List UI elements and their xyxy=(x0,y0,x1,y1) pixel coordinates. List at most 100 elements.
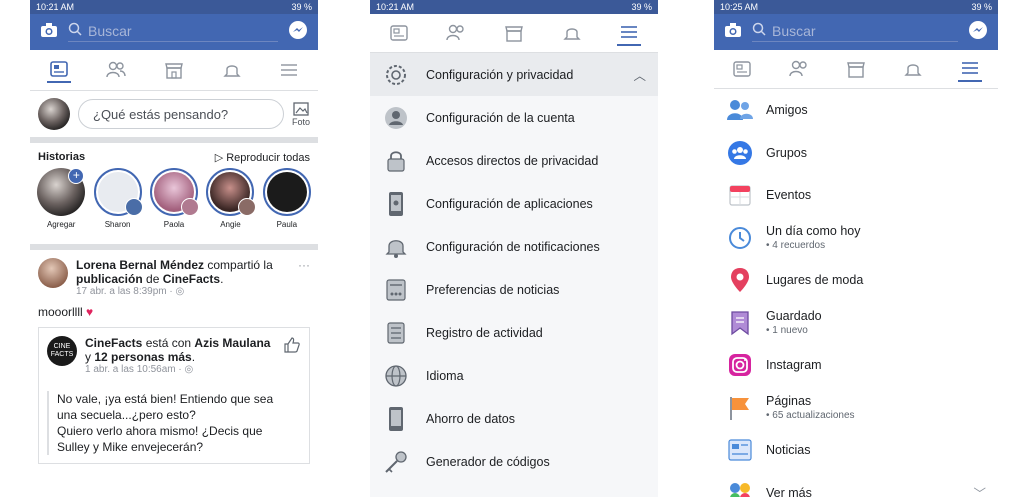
settings-item-activity-log[interactable]: Registro de actividad xyxy=(370,311,658,354)
post-author[interactable]: Lorena Bernal Méndez xyxy=(76,258,204,272)
menu-item-label: Páginas xyxy=(766,394,812,409)
menu-icon[interactable] xyxy=(617,20,642,46)
post-meta[interactable]: 17 abr. a las 8:39pm · xyxy=(76,286,176,297)
menu-item-places[interactable]: Lugares de moda xyxy=(714,259,998,302)
menu-item-label: Lugares de moda xyxy=(766,273,864,288)
menu-item-label: Eventos xyxy=(766,188,812,203)
friends-icon[interactable] xyxy=(444,21,468,45)
settings-item-data-saver[interactable]: Ahorro de datos xyxy=(370,397,658,440)
menu-item-friends[interactable]: Amigos xyxy=(714,89,998,132)
more-options-icon[interactable]: ··· xyxy=(298,258,310,297)
menu-item-see-more[interactable]: Ver más ﹀ xyxy=(714,472,998,497)
settings-item-label: Configuración de notificaciones xyxy=(426,239,600,254)
settings-privacy-label: Configuración y privacidad xyxy=(426,67,574,82)
settings-item-language[interactable]: Idioma xyxy=(370,354,658,397)
settings-item-code-generator[interactable]: Generador de códigos xyxy=(370,440,658,483)
shared-tagged[interactable]: Azis Maulana xyxy=(194,336,270,350)
search-placeholder: Buscar xyxy=(88,22,132,39)
marketplace-icon[interactable] xyxy=(162,58,186,82)
messenger-icon[interactable] xyxy=(288,20,308,45)
story-label: Paola xyxy=(163,220,185,229)
phone-gear-icon xyxy=(382,190,410,218)
news-icon xyxy=(726,436,754,464)
messenger-icon[interactable] xyxy=(968,20,988,45)
settings-item-notifications[interactable]: Configuración de notificaciones xyxy=(370,225,658,268)
post-source[interactable]: CineFacts xyxy=(163,272,220,286)
settings-privacy-header[interactable]: Configuración y privacidad ︿ xyxy=(370,53,658,96)
like-icon[interactable] xyxy=(283,336,301,375)
menu-icon[interactable] xyxy=(957,56,982,82)
story-mini-avatar xyxy=(237,198,256,216)
shared-meta[interactable]: 1 abr. a las 10:56am · xyxy=(85,364,185,375)
play-all-button[interactable]: ▷ Reproducir todas xyxy=(215,151,310,164)
search-input[interactable]: Buscar xyxy=(68,22,278,42)
activity-log-icon xyxy=(382,319,410,347)
settings-item-label: Accesos directos de privacidad xyxy=(426,153,599,168)
menu-icon[interactable] xyxy=(277,58,301,82)
status-bar: 10:25 AM 39 % xyxy=(714,0,998,14)
avatar[interactable] xyxy=(38,258,68,288)
menu-item-label: Guardado xyxy=(766,309,822,324)
settings-item-apps[interactable]: Configuración de aplicaciones xyxy=(370,182,658,225)
search-placeholder: Buscar xyxy=(772,22,816,39)
marketplace-icon[interactable] xyxy=(502,21,526,45)
post-object[interactable]: publicación xyxy=(76,272,143,286)
friends-icon[interactable] xyxy=(104,58,128,82)
post-text: mooorllll xyxy=(38,305,83,319)
news-feed-icon[interactable] xyxy=(387,21,411,45)
status-time: 10:25 AM xyxy=(720,2,759,12)
menu-item-memories[interactable]: Un día como hoy • 4 recuerdos xyxy=(714,217,998,260)
tab-bar xyxy=(714,50,998,89)
menu-item-pages[interactable]: Páginas • 65 actualizaciones xyxy=(714,387,998,430)
settings-item-account[interactable]: Configuración de la cuenta xyxy=(370,96,658,139)
feed-post: Lorena Bernal Méndez compartió la public… xyxy=(30,250,318,472)
story-item[interactable]: Sharon xyxy=(92,168,143,244)
shared-post: CINE FACTS CineFacts está con Azis Maula… xyxy=(38,327,310,464)
menu-item-sub: • 65 actualizaciones xyxy=(766,410,855,422)
groups-icon xyxy=(726,139,754,167)
more-menu-screen: 10:25 AM 39 % Buscar Amigos Grupos Event xyxy=(714,0,998,497)
menu-item-events[interactable]: Eventos xyxy=(714,174,998,217)
marketplace-icon[interactable] xyxy=(844,57,868,81)
search-input[interactable]: Buscar xyxy=(752,22,958,42)
menu-item-saved[interactable]: Guardado • 1 nuevo xyxy=(714,302,998,345)
story-label: Agregar xyxy=(46,220,76,229)
shared-author[interactable]: CineFacts xyxy=(85,336,142,350)
friends-icon[interactable] xyxy=(787,57,811,81)
story-item[interactable]: Paola xyxy=(149,168,200,244)
story-label: Angie xyxy=(220,220,241,229)
menu-item-instagram[interactable]: Instagram xyxy=(714,344,998,387)
status-time: 10:21 AM xyxy=(376,2,415,12)
shared-others[interactable]: 12 personas más xyxy=(94,350,191,364)
status-battery: 39 % xyxy=(291,2,312,12)
calendar-icon xyxy=(726,181,754,209)
settings-item-privacy-shortcuts[interactable]: Accesos directos de privacidad xyxy=(370,139,658,182)
avatar[interactable] xyxy=(38,98,70,130)
menu-item-groups[interactable]: Grupos xyxy=(714,132,998,175)
composer-input[interactable]: ¿Qué estás pensando? xyxy=(78,99,284,129)
bell-icon[interactable] xyxy=(560,21,584,45)
bell-icon[interactable] xyxy=(901,57,925,81)
status-bar: 10:21 AM 39 % xyxy=(30,0,318,14)
menu-item-news[interactable]: Noticias xyxy=(714,429,998,472)
cinefacts-logo[interactable]: CINE FACTS xyxy=(47,336,77,366)
camera-icon[interactable] xyxy=(724,22,742,43)
story-add[interactable]: + Agregar xyxy=(36,168,86,244)
photo-button[interactable]: Foto xyxy=(292,101,310,127)
story-mini-avatar xyxy=(124,198,143,216)
quote-line: Sulley y Mike envejecerán? xyxy=(57,440,204,454)
status-bar: 10:21 AM 39 % xyxy=(370,0,658,14)
tab-bar xyxy=(30,50,318,91)
settings-item-news-prefs[interactable]: Preferencias de noticias xyxy=(370,268,658,311)
story-label: Sharon xyxy=(104,220,131,229)
story-item[interactable]: Paula xyxy=(262,168,312,244)
news-feed-icon[interactable] xyxy=(46,57,71,83)
story-item[interactable]: Angie xyxy=(205,168,256,244)
camera-icon[interactable] xyxy=(40,22,58,43)
settings-item-label: Configuración de aplicaciones xyxy=(426,196,593,211)
instagram-icon xyxy=(726,351,754,379)
bell-icon[interactable] xyxy=(220,58,244,82)
composer: ¿Qué estás pensando? Foto xyxy=(30,91,318,143)
story-label: Paula xyxy=(276,220,298,229)
news-feed-icon[interactable] xyxy=(730,57,754,81)
